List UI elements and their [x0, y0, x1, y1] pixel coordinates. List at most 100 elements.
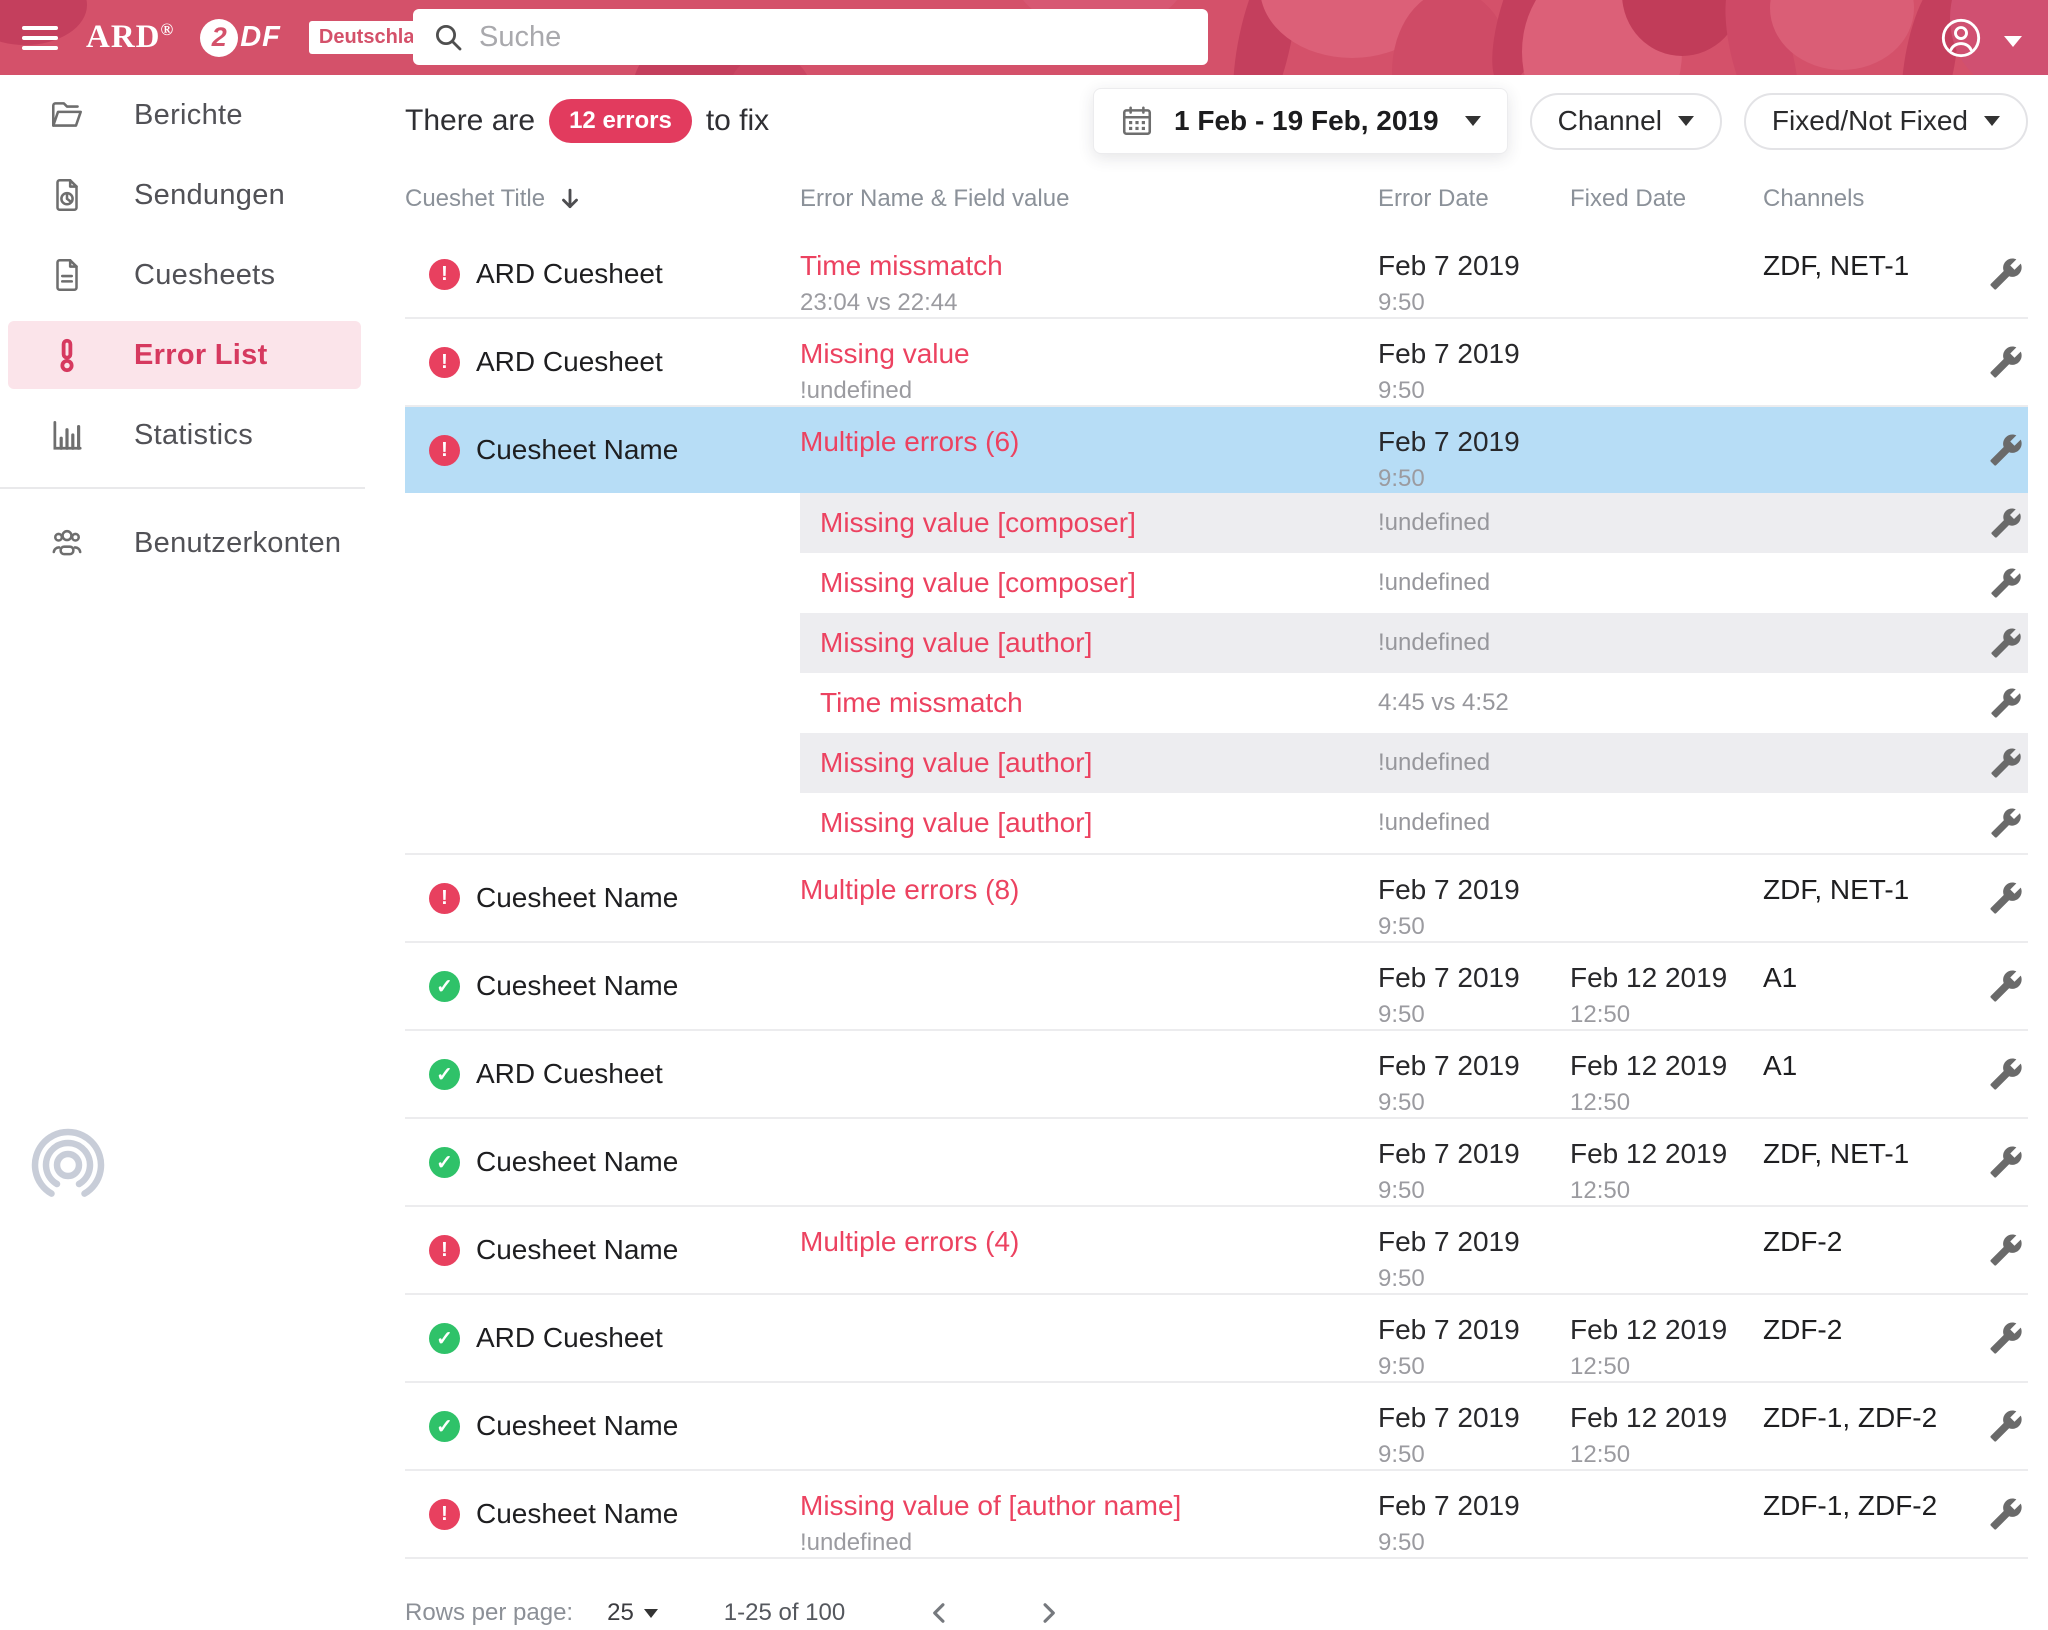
fix-wrench-button[interactable] [1984, 428, 2028, 472]
sidebar-item-berichte[interactable]: Berichte [0, 75, 365, 155]
error-name: Time missmatch [800, 250, 1003, 281]
error-date: Feb 7 2019 [1378, 1226, 1570, 1258]
fix-wrench-button[interactable] [1984, 1404, 2028, 1448]
menu-icon[interactable] [22, 20, 58, 56]
fix-wrench-button[interactable] [1984, 501, 2028, 545]
error-name: Missing value [author] [820, 807, 1378, 839]
table-row[interactable]: ! ✓ ARD Cuesheet Feb 7 2019 9:50 Feb 12 … [405, 1029, 2028, 1117]
fixed-time: 12:50 [1570, 1441, 1763, 1469]
error-name: Missing value [author] [820, 627, 1378, 659]
account-icon[interactable] [1940, 17, 1982, 59]
fixed-date: Feb 12 2019 [1570, 1050, 1763, 1082]
fix-wrench-button[interactable] [1984, 252, 2028, 296]
fix-wrench-button[interactable] [1984, 801, 2028, 845]
table-subrow[interactable]: Missing value [composer] !undefined [800, 553, 2028, 613]
sidebar-item-cuesheets[interactable]: Cuesheets [0, 235, 365, 315]
table-subrow[interactable]: Time missmatch 4:45 vs 4:52 [800, 673, 2028, 733]
users-icon [48, 524, 86, 562]
channels: ZDF-2 [1763, 1226, 1842, 1257]
error-time: 9:50 [1378, 289, 1570, 317]
fix-wrench-button[interactable] [1984, 1228, 2028, 1272]
fix-wrench-button[interactable] [1984, 1052, 2028, 1096]
error-field-value: !undefined [1378, 569, 1966, 597]
table-row[interactable]: ! ✓ Cuesheet Name Feb 7 2019 9:50 Feb 12… [405, 941, 2028, 1029]
table-row[interactable]: ! ✓ Cuesheet Name Multiple errors (8) Fe… [405, 853, 2028, 941]
column-cuesheet-title: Cueshet Title [405, 185, 545, 213]
sidebar-item-benutzerkonten[interactable]: Benutzerkonten [0, 503, 365, 583]
error-time: 9:50 [1378, 1001, 1570, 1029]
fixed-time: 12:50 [1570, 1001, 1763, 1029]
error-name: Multiple errors (4) [800, 1226, 1019, 1257]
date-range-picker[interactable]: 1 Feb - 19 Feb, 2019 [1093, 88, 1508, 154]
error-name: Missing value [800, 338, 970, 369]
fixed-filter-label: Fixed/Not Fixed [1772, 105, 1968, 137]
sidebar-item-sendungen[interactable]: Sendungen [0, 155, 365, 235]
error-field-value: !undefined [1378, 629, 1966, 657]
table-subrow[interactable]: Missing value [composer] !undefined [800, 493, 2028, 553]
fix-wrench-button[interactable] [1984, 964, 2028, 1008]
fix-wrench-button[interactable] [1984, 741, 2028, 785]
rows-per-page-select[interactable]: 25 [607, 1599, 658, 1627]
pagination: Rows per page: 25 1-25 of 100 [405, 1599, 2028, 1627]
fix-wrench-button[interactable] [1984, 1140, 2028, 1184]
table-row[interactable]: ! ✓ ARD Cuesheet Missing value !undefine… [405, 317, 2028, 405]
error-name: Missing value [author] [820, 747, 1378, 779]
sort-descending-icon[interactable] [557, 186, 583, 212]
error-icon: ! [429, 347, 460, 378]
cuesheet-title: Cuesheet Name [476, 1410, 678, 1442]
channels: A1 [1763, 962, 1797, 993]
exclamation-icon [48, 336, 86, 374]
table-row[interactable]: ! ✓ Cuesheet Name Multiple errors (4) Fe… [405, 1205, 2028, 1293]
fix-wrench-button[interactable] [1984, 681, 2028, 725]
table-row[interactable]: ! ✓ Cuesheet Name Multiple errors (6) Fe… [405, 405, 2028, 493]
sidebar-item-error-list[interactable]: Error List [8, 321, 361, 389]
error-time: 9:50 [1378, 465, 1570, 493]
fix-wrench-button[interactable] [1984, 876, 2028, 920]
search-input[interactable] [479, 21, 1159, 54]
account-chevron-down-icon[interactable] [2004, 36, 2022, 47]
fix-wrench-button[interactable] [1984, 1316, 2028, 1360]
cuesheet-title: Cuesheet Name [476, 882, 678, 914]
cuesheet-title: ARD Cuesheet [476, 1058, 663, 1090]
column-error-date: Error Date [1378, 185, 1570, 213]
channels: ZDF, NET-1 [1763, 250, 1909, 281]
cuesheet-title: ARD Cuesheet [476, 258, 663, 290]
fix-wrench-button[interactable] [1984, 1492, 2028, 1536]
table-row[interactable]: ! ✓ Cuesheet Name Missing value of [auth… [405, 1469, 2028, 1557]
fix-wrench-button[interactable] [1984, 340, 2028, 384]
chevron-down-icon [644, 1609, 658, 1618]
table-row[interactable]: ! ✓ ARD Cuesheet Time missmatch 23:04 vs… [405, 231, 2028, 317]
error-time: 9:50 [1378, 377, 1570, 405]
table-subrow[interactable]: Missing value [author] !undefined [800, 613, 2028, 673]
error-icon: ! [429, 1499, 460, 1530]
search-box [413, 9, 1208, 65]
table-subrow[interactable]: Missing value [author] !undefined [800, 793, 2028, 853]
fixed-filter[interactable]: Fixed/Not Fixed [1744, 93, 2028, 150]
table-row[interactable]: ! ✓ ARD Cuesheet Feb 7 2019 9:50 Feb 12 … [405, 1293, 2028, 1381]
zdf-logo: 2 DF [200, 19, 281, 57]
sidebar-item-label: Cuesheets [134, 259, 275, 292]
watermark-logo [16, 1121, 120, 1205]
error-time: 9:50 [1378, 1353, 1570, 1381]
error-date: Feb 7 2019 [1378, 962, 1570, 994]
fixed-date: Feb 12 2019 [1570, 1138, 1763, 1170]
channel-filter[interactable]: Channel [1530, 93, 1722, 150]
cuesheet-title: Cuesheet Name [476, 434, 678, 466]
table-subrow[interactable]: Missing value [author] !undefined [800, 733, 2028, 793]
error-icon: ! [429, 883, 460, 914]
fixed-time: 12:50 [1570, 1089, 1763, 1117]
fix-wrench-button[interactable] [1984, 621, 2028, 665]
error-field-value: 23:04 vs 22:44 [800, 289, 1378, 317]
previous-page-button[interactable] [927, 1600, 953, 1626]
errors-prefix: There are [405, 104, 535, 138]
error-date: Feb 7 2019 [1378, 1138, 1570, 1170]
table-row[interactable]: ! ✓ Cuesheet Name Feb 7 2019 9:50 Feb 12… [405, 1117, 2028, 1205]
sidebar-item-statistics[interactable]: Statistics [0, 395, 365, 475]
table-row[interactable]: ! ✓ Cuesheet Name Feb 7 2019 9:50 Feb 12… [405, 1381, 2028, 1469]
folder-icon [48, 96, 86, 134]
next-page-button[interactable] [1035, 1600, 1061, 1626]
ard-mark: ® [161, 20, 175, 39]
fixed-icon: ✓ [429, 971, 460, 1002]
fix-wrench-button[interactable] [1984, 561, 2028, 605]
error-date: Feb 7 2019 [1378, 338, 1570, 370]
